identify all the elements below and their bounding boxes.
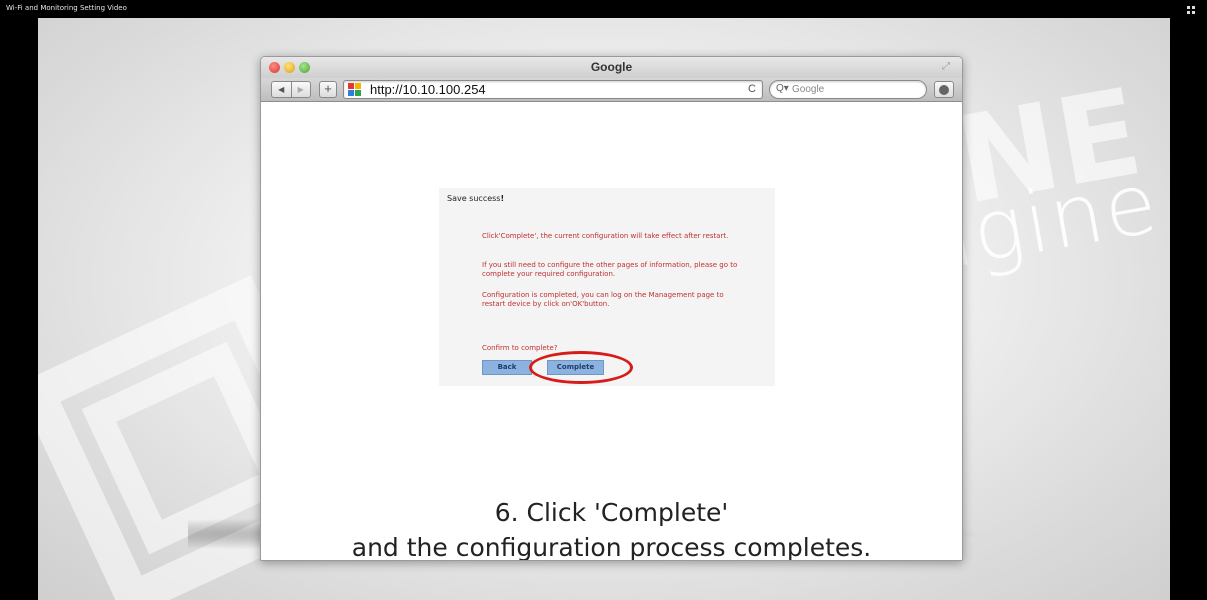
video-frame: Wi-Fi and Monitoring Setting Video NE en… <box>0 0 1207 600</box>
download-icon <box>939 85 949 95</box>
forward-nav-button[interactable]: ▶ <box>290 82 311 97</box>
search-icon: Q▾ <box>776 83 789 94</box>
address-bar[interactable]: http://10.10.100.254 C <box>343 80 763 99</box>
config-panel: Save success! Click'Complete', the curre… <box>439 188 775 386</box>
window-title: Google <box>590 60 633 74</box>
navigation-buttons: ◀ ▶ <box>271 81 311 98</box>
save-status-mark: ! <box>500 194 505 203</box>
search-placeholder: Google <box>792 84 825 95</box>
caption-line-1: 6. Click 'Complete' <box>494 498 729 527</box>
browser-toolbar: ◀ ▶ + http://10.10.100.254 C Q▾ Google <box>261 78 962 102</box>
url-text: http://10.10.100.254 <box>370 82 486 97</box>
message-complete: Click'Complete', the current configurati… <box>482 232 729 240</box>
caption-line-2: and the configuration process completes. <box>351 533 872 561</box>
back-nav-button[interactable]: ◀ <box>272 82 291 97</box>
video-stage: NE engine Google ⤢ ◀ ▶ + http://10.10.10… <box>38 18 1170 600</box>
message-other-pages: If you still need to configure the other… <box>482 261 738 278</box>
search-field[interactable]: Q▾ Google <box>769 80 927 99</box>
reload-icon[interactable]: C <box>748 83 756 95</box>
page-content: Save success! Click'Complete', the curre… <box>261 103 962 560</box>
video-title: Wi-Fi and Monitoring Setting Video <box>6 4 127 12</box>
save-status: Save success! <box>447 194 504 203</box>
confirm-prompt: Confirm to complete? <box>482 344 558 352</box>
grid-icon[interactable] <box>1187 6 1197 15</box>
save-status-text: Save success <box>447 194 501 203</box>
instruction-caption: 6. Click 'Complete' and the configuratio… <box>261 496 962 561</box>
browser-window: Google ⤢ ◀ ▶ + http://10.10.100.254 C Q▾… <box>260 56 963 561</box>
downloads-button[interactable] <box>934 81 954 98</box>
highlight-circle <box>529 351 633 384</box>
back-button[interactable]: Back <box>482 360 532 375</box>
title-bar: Google ⤢ <box>261 57 962 78</box>
fullscreen-icon[interactable]: ⤢ <box>942 61 954 73</box>
message-management: Configuration is completed, you can log … <box>482 291 724 308</box>
add-bookmark-button[interactable]: + <box>319 81 337 98</box>
favicon-icon <box>348 83 362 97</box>
